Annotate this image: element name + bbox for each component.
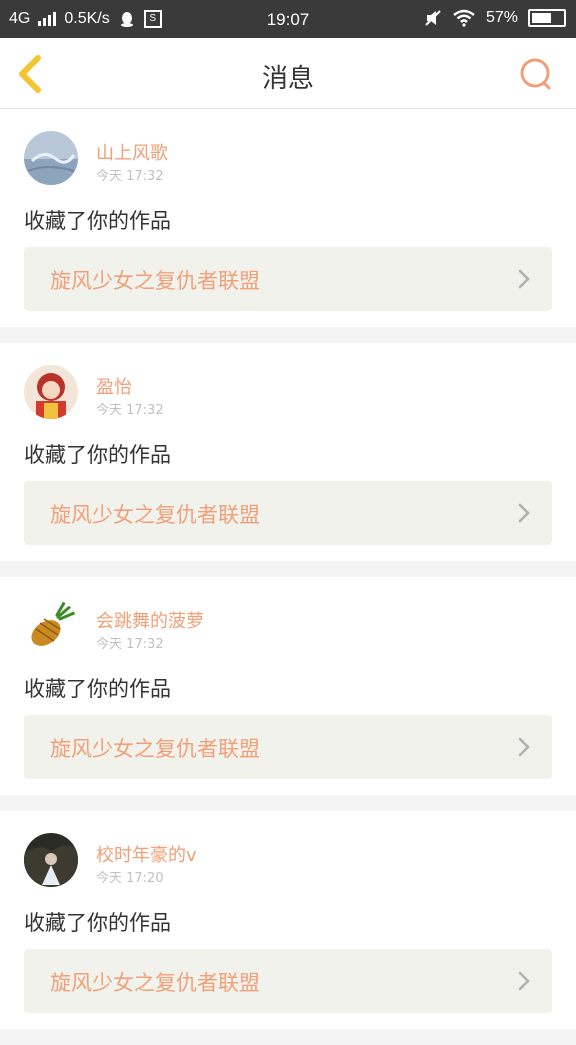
chevron-right-icon (518, 737, 530, 757)
work-link[interactable]: 旋风少女之复仇者联盟 (24, 715, 552, 779)
chevron-right-icon (518, 269, 530, 289)
username[interactable]: 会跳舞的菠萝 (96, 607, 204, 633)
work-title: 旋风少女之复仇者联盟 (50, 971, 260, 995)
wifi-icon (453, 9, 475, 27)
anime-girl-avatar-image (24, 365, 78, 419)
work-title: 旋风少女之复仇者联盟 (50, 737, 260, 761)
avatar[interactable] (24, 131, 78, 185)
action-text: 收藏了你的作品 (24, 677, 171, 701)
status-right: 57% (424, 9, 566, 27)
work-title: 旋风少女之复仇者联盟 (50, 503, 260, 527)
avatar[interactable] (24, 365, 78, 419)
action-text: 收藏了你的作品 (24, 443, 171, 467)
avatar[interactable] (24, 599, 78, 653)
chevron-right-icon (518, 971, 530, 991)
pineapple-avatar-image (24, 599, 78, 653)
battery-icon (528, 9, 566, 27)
message-card: 盈怡 今天 17:32 收藏了你的作品 旋风少女之复仇者联盟 (0, 343, 576, 561)
work-link[interactable]: 旋风少女之复仇者联盟 (24, 247, 552, 311)
dark-photo-avatar-image (24, 833, 78, 887)
chevron-right-icon (518, 503, 530, 523)
username[interactable]: 校时年豪的v (96, 841, 197, 867)
landscape-avatar-image (24, 131, 78, 185)
avatar[interactable] (24, 833, 78, 887)
page-title: 消息 (261, 64, 314, 94)
mute-icon (425, 10, 441, 26)
search-icon (520, 58, 551, 90)
message-card: 山上风歌 今天 17:32 收藏了你的作品 旋风少女之复仇者联盟 (0, 109, 576, 327)
username[interactable]: 盈怡 (96, 373, 132, 399)
username[interactable]: 山上风歌 (96, 139, 168, 165)
message-card: 会跳舞的菠萝 今天 17:32 收藏了你的作品 旋风少女之复仇者联盟 (0, 577, 576, 795)
action-text: 收藏了你的作品 (24, 209, 171, 233)
work-link[interactable]: 旋风少女之复仇者联盟 (24, 949, 552, 1013)
action-text: 收藏了你的作品 (24, 911, 171, 935)
search-button[interactable] (518, 56, 554, 92)
message-card: 校时年豪的v 今天 17:20 收藏了你的作品 旋风少女之复仇者联盟 (0, 811, 576, 1029)
timestamp: 今天 17:32 (96, 169, 164, 184)
header-bar: 消息 (0, 38, 576, 109)
work-link[interactable]: 旋风少女之复仇者联盟 (24, 481, 552, 545)
battery-percent: 57% (485, 9, 518, 26)
timestamp: 今天 17:20 (96, 871, 164, 886)
status-bar: 4G 0.5K/s S 19:07 57% (0, 0, 576, 38)
message-list: 山上风歌 今天 17:32 收藏了你的作品 旋风少女之复仇者联盟 盈怡 今天 1… (0, 109, 576, 1045)
timestamp: 今天 17:32 (96, 403, 164, 418)
work-title: 旋风少女之复仇者联盟 (50, 269, 260, 293)
timestamp: 今天 17:32 (96, 637, 164, 652)
